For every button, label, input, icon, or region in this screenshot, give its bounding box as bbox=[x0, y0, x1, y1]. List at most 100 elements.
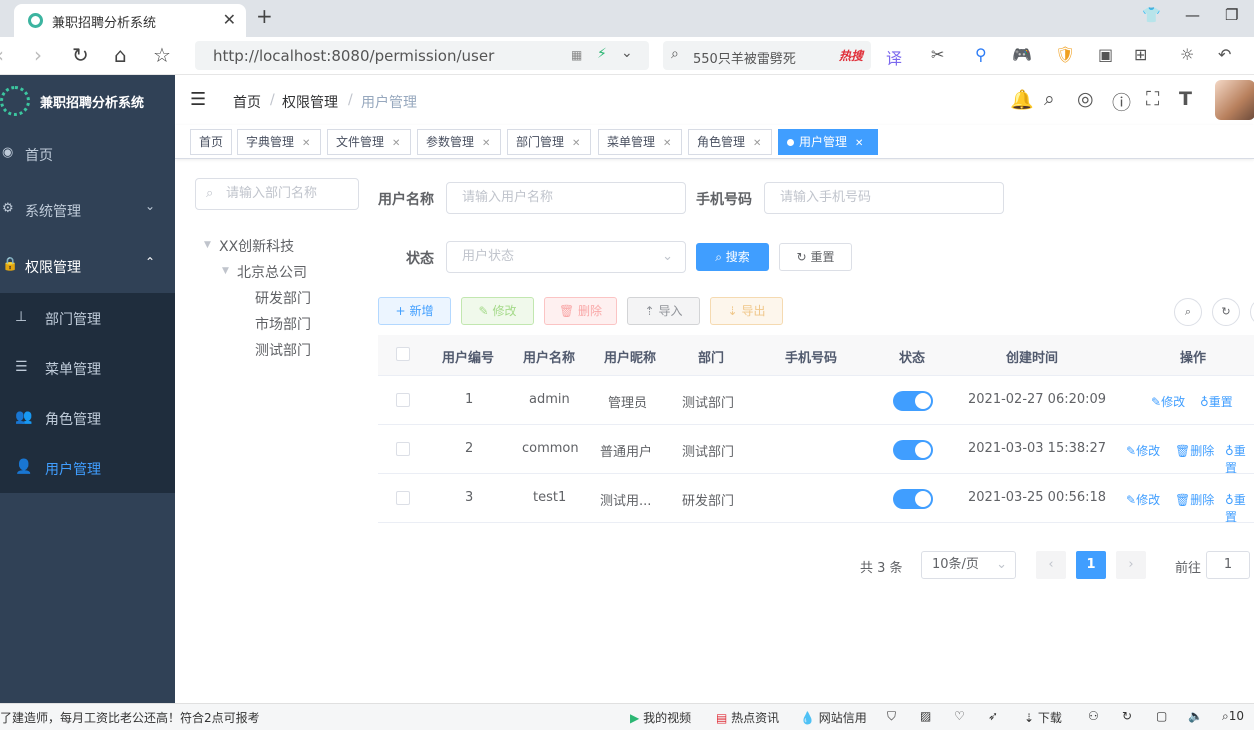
lightning-icon[interactable]: ⚡ bbox=[597, 46, 607, 62]
status-select[interactable]: 用户状态 ⌄ bbox=[446, 241, 686, 273]
row-delete-link[interactable]: 🗑删除 bbox=[1175, 491, 1214, 508]
row-reset-link[interactable]: ♁重置 bbox=[1200, 393, 1233, 410]
tree-node-dept[interactable]: 测试部门 bbox=[255, 340, 311, 360]
sidebar-item-system[interactable]: ⚙ 系统管理 ⌄ bbox=[0, 185, 175, 235]
volume-icon[interactable]: 🔈 bbox=[1188, 709, 1203, 723]
statusbar-news[interactable]: ▤ 热点资讯 bbox=[716, 709, 779, 726]
game-icon[interactable]: 🎮 bbox=[1012, 45, 1032, 64]
window-icon[interactable]: ▢ bbox=[1156, 709, 1167, 723]
sidebar-item-home[interactable]: ◉ 首页 bbox=[0, 129, 175, 179]
avatar[interactable] bbox=[1215, 80, 1254, 120]
magnifier-icon[interactable]: ⚲ bbox=[975, 45, 987, 64]
status-switch[interactable] bbox=[893, 440, 933, 460]
new-tab-icon[interactable]: + bbox=[256, 4, 273, 28]
add-user-button[interactable]: + 新增 bbox=[378, 297, 451, 325]
export-button[interactable]: ⇣ 导出 bbox=[710, 297, 783, 325]
row-checkbox[interactable] bbox=[396, 442, 410, 456]
bell-icon[interactable]: 🔔 bbox=[1010, 88, 1034, 111]
tree-node-dept[interactable]: 市场部门 bbox=[255, 314, 311, 334]
rocket-icon[interactable]: ➶ bbox=[988, 709, 998, 723]
apps-grid-icon[interactable]: ⊞ bbox=[1134, 45, 1147, 64]
row-reset-link[interactable]: ♁重置 bbox=[1225, 491, 1254, 525]
statusbar-credit[interactable]: 💧 网站信用 bbox=[800, 709, 867, 726]
search-icon[interactable]: ⌕ bbox=[1044, 88, 1055, 110]
tree-node-company[interactable]: 北京总公司 bbox=[237, 262, 307, 282]
refresh-button[interactable]: ↻ bbox=[1212, 298, 1240, 326]
close-icon[interactable]: ✕ bbox=[482, 138, 490, 149]
shirt-icon[interactable]: 👕 bbox=[1142, 6, 1161, 24]
tag-config[interactable]: 参数管理 ✕ bbox=[417, 129, 501, 155]
fullscreen-icon[interactable]: ⛶ bbox=[1146, 88, 1159, 110]
zoom-indicator[interactable]: ⌕10 bbox=[1222, 709, 1244, 724]
row-delete-link[interactable]: 🗑删除 bbox=[1175, 442, 1214, 459]
tag-dept[interactable]: 部门管理 ✕ bbox=[507, 129, 591, 155]
reset-button[interactable]: ↻ 重置 bbox=[779, 243, 852, 271]
tag-user[interactable]: 用户管理 ✕ bbox=[778, 129, 878, 155]
shield-icon[interactable]: ⛉ bbox=[887, 709, 896, 724]
heart-icon[interactable]: ♡ bbox=[954, 709, 965, 723]
tree-node-dept[interactable]: 研发部门 bbox=[255, 288, 311, 308]
brightness-icon[interactable]: ☼ bbox=[1180, 45, 1194, 64]
tag-home[interactable]: 首页 bbox=[190, 129, 232, 155]
browser-search-box[interactable]: ⌕ 550只羊被雷劈死 热搜 bbox=[663, 41, 871, 70]
statusbar-video[interactable]: ▶ 我的视频 bbox=[630, 709, 691, 726]
sidebar-item-user[interactable]: 👤 用户管理 bbox=[0, 443, 175, 493]
status-switch[interactable] bbox=[893, 489, 933, 509]
breadcrumb-permission[interactable]: 权限管理 bbox=[282, 92, 338, 112]
chevron-down-icon[interactable]: ⌄ bbox=[621, 45, 633, 61]
translate-icon[interactable]: 译 bbox=[886, 45, 902, 69]
sidebar-item-menu[interactable]: ☰ 菜单管理 bbox=[0, 343, 175, 393]
qr-icon[interactable]: ▦ bbox=[571, 48, 582, 62]
font-size-icon[interactable]: T bbox=[1179, 88, 1192, 110]
search-button[interactable]: ⌕ 搜索 bbox=[696, 243, 769, 271]
delete-button[interactable]: 🗑 删除 bbox=[544, 297, 617, 325]
prev-page-button[interactable]: ‹ bbox=[1036, 551, 1066, 579]
undo-icon[interactable]: ↶ bbox=[1218, 45, 1231, 64]
row-edit-link[interactable]: ✎修改 bbox=[1151, 393, 1185, 410]
sidebar-item-dept[interactable]: ⊥ 部门管理 bbox=[0, 293, 175, 343]
reader-icon[interactable]: ▣ bbox=[1098, 45, 1113, 64]
game-icon[interactable]: ⚇ bbox=[1088, 709, 1099, 723]
sidebar-item-permission[interactable]: 🔒 权限管理 ⌃ bbox=[0, 241, 175, 291]
forward-icon[interactable]: › bbox=[34, 43, 42, 67]
address-bar[interactable]: http://localhost:8080/permission/user ▦ … bbox=[195, 41, 649, 70]
dept-search-input[interactable]: ⌕ 请输入部门名称 bbox=[195, 178, 359, 210]
row-checkbox[interactable] bbox=[396, 393, 410, 407]
tag-menu[interactable]: 菜单管理 ✕ bbox=[598, 129, 682, 155]
close-icon[interactable]: ✕ bbox=[302, 138, 310, 149]
toggle-search-button[interactable]: ⌕ bbox=[1174, 298, 1202, 326]
minimize-icon[interactable]: — bbox=[1185, 6, 1200, 24]
import-button[interactable]: ⇡ 导入 bbox=[627, 297, 700, 325]
reload-icon[interactable]: ↻ bbox=[72, 43, 89, 67]
row-reset-link[interactable]: ♁重置 bbox=[1225, 442, 1254, 476]
phone-input[interactable]: 请输入手机号码 bbox=[764, 182, 1004, 214]
shield-icon[interactable]: 🛡 bbox=[1055, 45, 1075, 64]
star-icon[interactable]: ☆ bbox=[153, 43, 171, 67]
close-icon[interactable]: ✕ bbox=[855, 138, 863, 149]
back-icon[interactable]: ‹ bbox=[0, 43, 4, 67]
github-icon[interactable]: ◎ bbox=[1077, 88, 1094, 110]
question-icon[interactable]: ⓘ bbox=[1112, 88, 1131, 115]
breadcrumb-home[interactable]: 首页 bbox=[233, 92, 261, 112]
tag-dict[interactable]: 字典管理 ✕ bbox=[237, 129, 321, 155]
close-icon[interactable]: ✕ bbox=[572, 138, 580, 149]
hamburger-icon[interactable]: ☰ bbox=[190, 89, 206, 110]
caret-down-icon[interactable]: ▼ bbox=[222, 266, 229, 276]
tag-file[interactable]: 文件管理 ✕ bbox=[327, 129, 411, 155]
news-ticker[interactable]: 了建造师，每月工资比老公还高！符合2点可报考 bbox=[0, 709, 260, 726]
browser-tab[interactable]: 兼职招聘分析系统 ✕ bbox=[14, 4, 246, 37]
columns-button[interactable] bbox=[1250, 298, 1254, 326]
next-page-button[interactable]: › bbox=[1116, 551, 1146, 579]
sidebar-item-role[interactable]: 👥 角色管理 bbox=[0, 393, 175, 443]
refresh-icon[interactable]: ↻ bbox=[1122, 709, 1132, 723]
close-icon[interactable]: ✕ bbox=[663, 138, 671, 149]
select-all-checkbox[interactable] bbox=[396, 347, 410, 361]
page-size-select[interactable]: 10条/页 ⌄ bbox=[921, 551, 1016, 579]
maximize-icon[interactable]: ❐ bbox=[1225, 6, 1238, 24]
image-icon[interactable]: ▨ bbox=[920, 709, 931, 723]
scissors-icon[interactable]: ✂ bbox=[931, 45, 944, 64]
row-checkbox[interactable] bbox=[396, 491, 410, 505]
username-input[interactable]: 请输入用户名称 bbox=[446, 182, 686, 214]
row-edit-link[interactable]: ✎修改 bbox=[1126, 491, 1160, 508]
close-icon[interactable]: ✕ bbox=[392, 138, 400, 149]
